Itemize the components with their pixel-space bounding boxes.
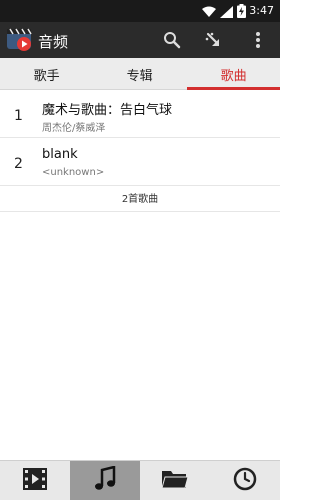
nav-music-button[interactable] <box>70 461 140 500</box>
status-bar: 3:47 <box>0 0 280 22</box>
song-artist: <unknown> <box>42 167 105 178</box>
signal-icon <box>220 3 233 22</box>
wifi-icon <box>202 3 216 22</box>
tab-bar: 歌手 专辑 歌曲 <box>0 58 280 90</box>
bottom-nav <box>0 460 280 500</box>
video-icon <box>22 467 48 495</box>
app-title: 音频 <box>38 33 69 51</box>
folder-icon <box>161 468 189 494</box>
nav-folder-button[interactable] <box>140 461 210 500</box>
tab-albums[interactable]: 专辑 <box>93 58 186 90</box>
tab-indicator <box>187 87 280 90</box>
app-logo-icon <box>6 26 34 54</box>
app-bar: 音频 <box>0 22 280 58</box>
song-index: 2 <box>14 156 23 172</box>
history-icon <box>233 467 257 495</box>
song-row[interactable]: 1 魔术与歌曲：告白气球 周杰伦/蔡威泽 <box>0 92 280 138</box>
nav-video-button[interactable] <box>0 461 70 500</box>
song-index: 1 <box>14 108 23 124</box>
tab-songs[interactable]: 歌曲 <box>187 58 280 90</box>
tab-artists[interactable]: 歌手 <box>0 58 93 90</box>
song-title: blank <box>42 147 78 162</box>
nav-history-button[interactable] <box>210 461 280 500</box>
battery-charging-icon <box>237 3 246 22</box>
song-title: 魔术与歌曲：告白气球 <box>42 103 173 118</box>
song-artist: 周杰伦/蔡威泽 <box>42 123 106 134</box>
sort-icon[interactable] <box>201 28 225 52</box>
status-icons <box>202 3 246 22</box>
more-vert-icon[interactable] <box>246 28 270 52</box>
song-count: 2首歌曲 <box>0 188 280 212</box>
song-row[interactable]: 2 blank <unknown> <box>0 140 280 186</box>
search-icon[interactable] <box>160 28 184 52</box>
music-note-icon <box>93 465 117 496</box>
status-time: 3:47 <box>249 4 274 17</box>
